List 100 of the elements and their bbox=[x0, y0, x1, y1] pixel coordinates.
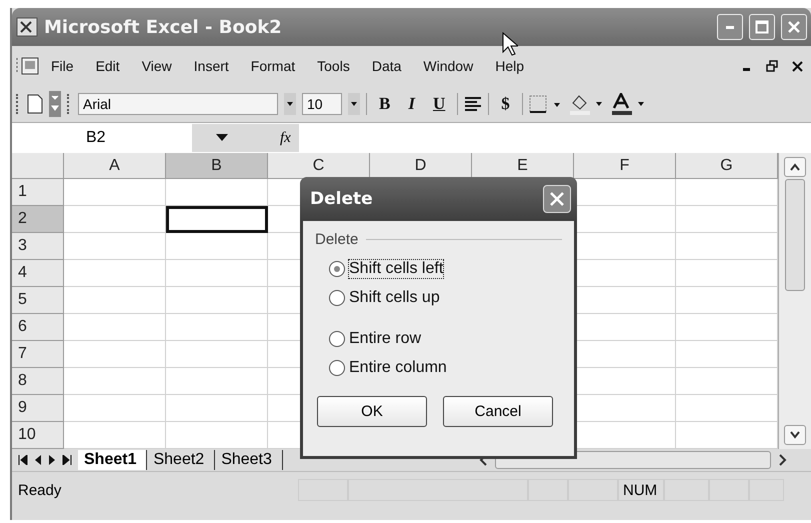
close-icon bbox=[787, 20, 801, 34]
dropdown-icon[interactable] bbox=[284, 93, 296, 115]
row-header[interactable]: 3 bbox=[12, 233, 64, 260]
row-header[interactable]: 2 bbox=[12, 206, 64, 233]
new-document-icon[interactable] bbox=[27, 94, 43, 114]
close-icon bbox=[549, 191, 565, 207]
restore-icon[interactable] bbox=[766, 60, 778, 72]
table-cell[interactable] bbox=[64, 368, 166, 395]
radio-option[interactable]: Shift cells up bbox=[329, 283, 562, 312]
table-cell[interactable] bbox=[166, 287, 268, 314]
minimize-button[interactable] bbox=[717, 14, 743, 40]
row-header[interactable]: 9 bbox=[12, 395, 64, 422]
table-cell[interactable] bbox=[676, 260, 778, 287]
next-sheet-icon[interactable] bbox=[48, 455, 56, 465]
table-cell[interactable] bbox=[166, 233, 268, 260]
previous-sheet-icon[interactable] bbox=[34, 455, 42, 465]
font-color-icon[interactable] bbox=[610, 93, 647, 115]
dropdown-icon[interactable] bbox=[216, 134, 228, 142]
column-header[interactable]: G bbox=[676, 153, 778, 179]
active-cell[interactable] bbox=[166, 206, 268, 233]
table-cell[interactable] bbox=[676, 206, 778, 233]
borders-icon[interactable] bbox=[528, 95, 563, 113]
table-cell[interactable] bbox=[166, 368, 268, 395]
table-cell[interactable] bbox=[676, 179, 778, 206]
last-sheet-icon[interactable] bbox=[62, 455, 72, 465]
row-header[interactable]: 10 bbox=[12, 422, 64, 449]
menu-item[interactable]: File bbox=[40, 58, 85, 74]
radio-option[interactable]: Entire row bbox=[329, 324, 562, 353]
table-cell[interactable] bbox=[676, 287, 778, 314]
column-header[interactable]: B bbox=[166, 153, 268, 179]
table-cell[interactable] bbox=[64, 314, 166, 341]
scroll-thumb[interactable] bbox=[785, 179, 805, 291]
menu-item[interactable]: Tools bbox=[306, 58, 361, 74]
close-button[interactable] bbox=[781, 14, 807, 40]
font-size-field[interactable]: 10 bbox=[302, 93, 342, 115]
dropdown-icon[interactable] bbox=[348, 93, 360, 115]
fill-color-icon[interactable] bbox=[568, 93, 605, 115]
italic-button[interactable]: I bbox=[402, 94, 421, 114]
window-title: Microsoft Excel - Book2 bbox=[44, 16, 283, 38]
ok-button[interactable]: OK bbox=[317, 396, 427, 427]
row-header[interactable]: 4 bbox=[12, 260, 64, 287]
table-cell[interactable] bbox=[64, 341, 166, 368]
menu-item[interactable]: Window bbox=[412, 58, 484, 74]
column-header[interactable]: A bbox=[64, 153, 166, 179]
row-header[interactable]: 8 bbox=[12, 368, 64, 395]
row-header[interactable]: 7 bbox=[12, 341, 64, 368]
close-icon[interactable] bbox=[792, 60, 803, 72]
table-cell[interactable] bbox=[64, 179, 166, 206]
bold-button[interactable]: B bbox=[373, 94, 396, 114]
table-cell[interactable] bbox=[166, 179, 268, 206]
close-button[interactable] bbox=[543, 185, 571, 213]
column-header[interactable]: F bbox=[574, 153, 676, 179]
menu-item[interactable]: View bbox=[130, 58, 183, 74]
radio-option[interactable]: Shift cells left bbox=[329, 254, 562, 283]
column-header[interactable]: C bbox=[268, 153, 370, 179]
column-header[interactable]: D bbox=[370, 153, 472, 179]
currency-button[interactable]: $ bbox=[495, 94, 516, 114]
radio-option[interactable]: Entire column bbox=[329, 353, 562, 382]
scroll-down-icon[interactable] bbox=[790, 431, 800, 439]
menu-item[interactable]: Data bbox=[360, 58, 412, 74]
row-header[interactable]: 5 bbox=[12, 287, 64, 314]
table-cell[interactable] bbox=[64, 395, 166, 422]
cancel-button[interactable]: Cancel bbox=[443, 396, 553, 427]
cursor-icon bbox=[502, 32, 518, 56]
table-cell[interactable] bbox=[166, 341, 268, 368]
menu-item[interactable]: Help bbox=[484, 58, 535, 74]
sheet-tab[interactable]: Sheet2 bbox=[147, 450, 216, 470]
sheet-tab[interactable]: Sheet1 bbox=[78, 450, 148, 470]
sheet-tab[interactable]: Sheet3 bbox=[215, 450, 283, 470]
menu-item[interactable]: Format bbox=[240, 58, 306, 74]
row-header[interactable]: 6 bbox=[12, 314, 64, 341]
table-cell[interactable] bbox=[676, 233, 778, 260]
table-cell[interactable] bbox=[676, 341, 778, 368]
toolbar-options-icon[interactable] bbox=[49, 91, 61, 117]
underline-button[interactable]: U bbox=[426, 94, 452, 114]
num-lock-indicator: NUM bbox=[618, 479, 664, 501]
workbook-icon bbox=[16, 55, 40, 77]
menu-item[interactable]: Edit bbox=[84, 58, 131, 74]
vertical-scrollbar[interactable] bbox=[778, 153, 811, 449]
table-cell[interactable] bbox=[64, 233, 166, 260]
scroll-up-icon[interactable] bbox=[790, 163, 800, 171]
table-cell[interactable] bbox=[166, 314, 268, 341]
table-cell[interactable] bbox=[64, 206, 166, 233]
align-left-icon[interactable] bbox=[464, 96, 482, 112]
table-cell[interactable] bbox=[166, 260, 268, 287]
maximize-button[interactable] bbox=[749, 14, 775, 40]
table-cell[interactable] bbox=[64, 260, 166, 287]
table-cell[interactable] bbox=[676, 314, 778, 341]
first-sheet-icon[interactable] bbox=[18, 455, 28, 465]
column-header[interactable]: E bbox=[472, 153, 574, 179]
menu-item[interactable]: Insert bbox=[182, 58, 240, 74]
minimize-icon bbox=[726, 26, 734, 28]
font-field[interactable]: Arial bbox=[78, 93, 278, 115]
table-cell[interactable] bbox=[676, 395, 778, 422]
table-cell[interactable] bbox=[166, 395, 268, 422]
corner-cell[interactable] bbox=[12, 153, 64, 179]
row-header[interactable]: 1 bbox=[12, 179, 64, 206]
table-cell[interactable] bbox=[64, 287, 166, 314]
function-label[interactable]: fx bbox=[272, 124, 299, 152]
table-cell[interactable] bbox=[676, 368, 778, 395]
